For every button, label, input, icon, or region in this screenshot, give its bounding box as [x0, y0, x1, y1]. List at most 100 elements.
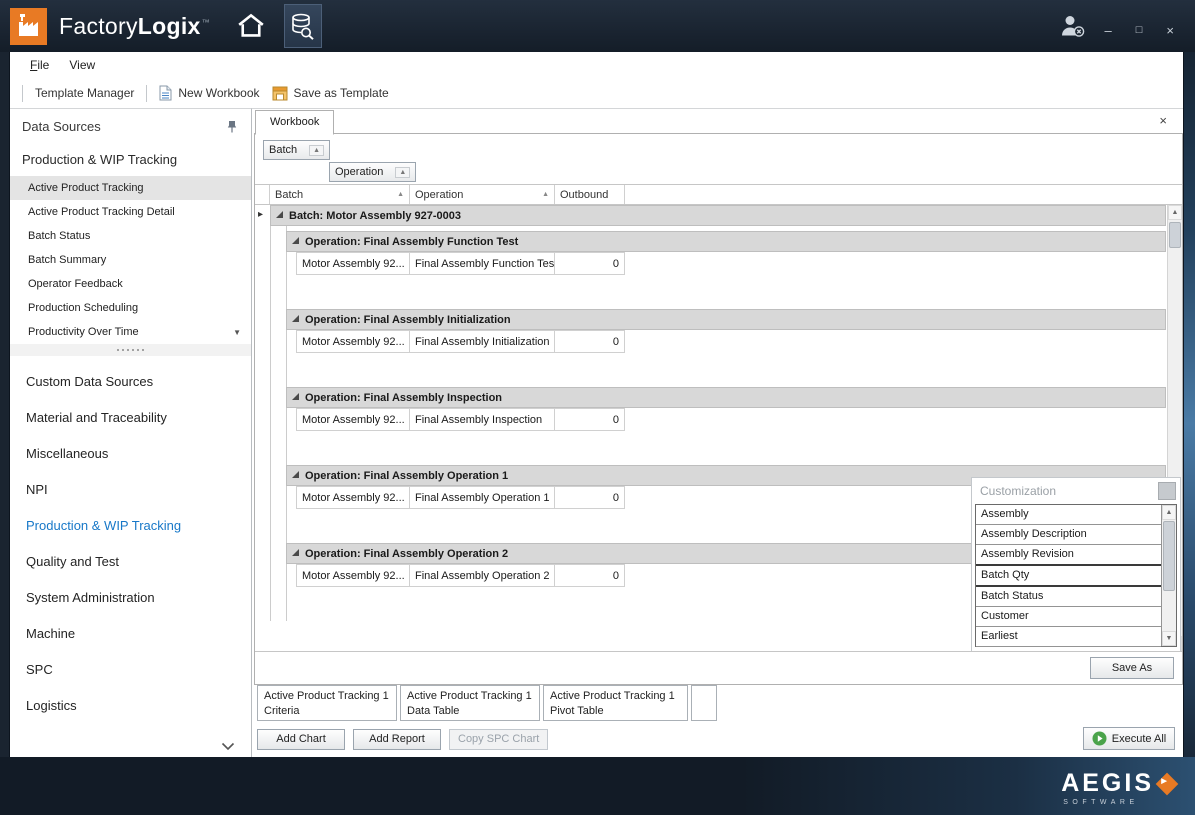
user-logout-icon — [1059, 14, 1086, 38]
customization-field[interactable]: Assembly Revision — [976, 545, 1161, 566]
scroll-up-icon[interactable]: ▲ — [1168, 205, 1182, 220]
category-spc[interactable]: SPC — [10, 652, 251, 688]
cell-outbound[interactable]: 0 — [555, 486, 625, 509]
category-miscellaneous[interactable]: Miscellaneous — [10, 436, 251, 472]
customization-close-button[interactable] — [1158, 482, 1176, 500]
copy-spc-chart-button: Copy SPC Chart — [449, 729, 548, 750]
cell-outbound[interactable]: 0 — [555, 330, 625, 353]
sidebar-item-batch-status[interactable]: Batch Status — [10, 224, 251, 248]
sheet-tab-stub[interactable] — [691, 685, 717, 721]
chevron-down-icon[interactable]: ▼ — [233, 328, 241, 337]
category-logistics[interactable]: Logistics — [10, 688, 251, 724]
new-workbook-button[interactable]: New Workbook — [153, 82, 265, 104]
category-custom-data-sources[interactable]: Custom Data Sources — [10, 364, 251, 400]
toolbar-separator — [22, 85, 23, 102]
cell-batch[interactable]: Motor Assembly 92... — [296, 330, 410, 353]
customization-field[interactable]: Assembly Description — [976, 525, 1161, 545]
table-row[interactable]: Motor Assembly 92... Final Assembly Init… — [296, 330, 1182, 353]
cell-outbound[interactable]: 0 — [555, 252, 625, 275]
group-row-batch[interactable]: Batch: Motor Assembly 927-0003 — [270, 205, 1166, 226]
sheet-tab-criteria[interactable]: Active Product Tracking 1 Criteria — [257, 685, 397, 721]
cell-batch[interactable]: Motor Assembly 92... — [296, 564, 410, 587]
grid-header-gutter — [255, 185, 270, 204]
group-expanded-icon[interactable] — [292, 549, 299, 556]
cell-batch[interactable]: Motor Assembly 92... — [296, 486, 410, 509]
column-header-batch[interactable]: Batch ▲ — [270, 185, 410, 204]
cell-operation[interactable]: Final Assembly Initialization — [410, 330, 555, 353]
data-explorer-button[interactable] — [284, 4, 322, 48]
group-row-operation[interactable]: Operation: Final Assembly Function Test — [286, 231, 1166, 252]
sidebar-item-productivity-over-time[interactable]: Productivity Over Time ▼ — [10, 320, 251, 344]
home-button[interactable] — [236, 13, 266, 39]
cell-outbound[interactable]: 0 — [555, 564, 625, 587]
add-chart-button[interactable]: Add Chart — [257, 729, 345, 750]
sort-asc-icon[interactable]: ▲ — [395, 167, 410, 178]
sidebar-item-active-product-tracking[interactable]: Active Product Tracking — [10, 176, 251, 200]
pin-icon[interactable] — [227, 120, 237, 133]
group-row-operation[interactable]: Operation: Final Assembly Initialization — [286, 309, 1166, 330]
customization-field[interactable]: Assembly — [976, 505, 1161, 525]
category-material-and-traceability[interactable]: Material and Traceability — [10, 400, 251, 436]
execute-all-button[interactable]: Execute All — [1083, 727, 1175, 750]
group-expanded-icon[interactable] — [292, 315, 299, 322]
tab-workbook[interactable]: Workbook — [255, 110, 334, 135]
workbook-close-icon[interactable]: × — [1155, 112, 1171, 129]
group-expanded-icon[interactable] — [276, 211, 283, 218]
cell-batch[interactable]: Motor Assembly 92... — [296, 252, 410, 275]
sidebar-scroll-handle[interactable] — [10, 344, 251, 356]
sidebar-collapse-chevron-icon[interactable] — [221, 742, 235, 751]
cell-batch[interactable]: Motor Assembly 92... — [296, 408, 410, 431]
sidebar-item-active-product-tracking-detail[interactable]: Active Product Tracking Detail — [10, 200, 251, 224]
cell-operation[interactable]: Final Assembly Inspection — [410, 408, 555, 431]
data-table-panel: Batch ▲ Operation ▲ Batch ▲ — [254, 134, 1183, 685]
scroll-up-icon[interactable]: ▲ — [1162, 505, 1176, 520]
template-manager-button[interactable]: Template Manager — [29, 83, 140, 103]
sheet-tab-pivot-table[interactable]: Active Product Tracking 1 Pivot Table — [543, 685, 688, 721]
scrollbar-thumb[interactable] — [1163, 521, 1175, 591]
scroll-down-icon[interactable]: ▼ — [1162, 631, 1176, 646]
menu-view[interactable]: View — [59, 54, 105, 76]
column-header-operation[interactable]: Operation ▲ — [410, 185, 555, 204]
group-expanded-icon[interactable] — [292, 471, 299, 478]
user-logout-button[interactable] — [1059, 14, 1086, 38]
group-expanded-icon[interactable] — [292, 393, 299, 400]
group-row-operation[interactable]: Operation: Final Assembly Inspection — [286, 387, 1166, 408]
customization-field[interactable]: Earliest — [976, 627, 1161, 647]
group-field-batch[interactable]: Batch ▲ — [263, 140, 330, 160]
sidebar-item-production-scheduling[interactable]: Production Scheduling — [10, 296, 251, 320]
save-as-button[interactable]: Save As — [1090, 657, 1174, 679]
table-row[interactable]: Motor Assembly 92... Final Assembly Insp… — [296, 408, 1182, 431]
customization-scrollbar[interactable]: ▲ ▼ — [1161, 505, 1176, 646]
customization-field[interactable]: Customer — [976, 607, 1161, 627]
category-quality-and-test[interactable]: Quality and Test — [10, 544, 251, 580]
cell-outbound[interactable]: 0 — [555, 408, 625, 431]
sort-asc-icon[interactable]: ▲ — [309, 145, 324, 156]
category-system-administration[interactable]: System Administration — [10, 580, 251, 616]
group-field-operation[interactable]: Operation ▲ — [329, 162, 416, 182]
customization-field[interactable]: Batch Qty — [976, 566, 1161, 587]
sidebar-item-batch-summary[interactable]: Batch Summary — [10, 248, 251, 272]
maximize-button[interactable]: □ — [1131, 23, 1148, 38]
cell-operation[interactable]: Final Assembly Operation 1 — [410, 486, 555, 509]
category-machine[interactable]: Machine — [10, 616, 251, 652]
category-npi[interactable]: NPI — [10, 472, 251, 508]
customization-field[interactable]: Batch Status — [976, 587, 1161, 607]
sidebar-item-operator-feedback[interactable]: Operator Feedback — [10, 272, 251, 296]
sheet-tab-data-table[interactable]: Active Product Tracking 1 Data Table — [400, 685, 540, 721]
scrollbar-thumb[interactable] — [1169, 222, 1181, 248]
cell-operation[interactable]: Final Assembly Operation 2 — [410, 564, 555, 587]
column-header-outbound[interactable]: Outbound — [555, 185, 625, 204]
close-button[interactable]: × — [1161, 22, 1179, 39]
save-as-template-button[interactable]: Save as Template — [266, 83, 395, 104]
customization-field-list: Assembly Assembly Description Assembly R… — [975, 504, 1177, 647]
group-by-zone: Batch ▲ Operation ▲ — [255, 134, 1182, 184]
table-row[interactable]: Motor Assembly 92... Final Assembly Func… — [296, 252, 1182, 275]
menubar: File View — [10, 52, 1183, 78]
add-report-button[interactable]: Add Report — [353, 729, 441, 750]
category-production-wip-tracking[interactable]: Production & WIP Tracking — [10, 508, 251, 544]
menu-file[interactable]: File — [20, 54, 59, 76]
minimize-button[interactable]: – — [1100, 22, 1117, 39]
sidebar-section-production-wip[interactable]: Production & WIP Tracking — [10, 142, 251, 176]
group-expanded-icon[interactable] — [292, 237, 299, 244]
cell-operation[interactable]: Final Assembly Function Test — [410, 252, 555, 275]
